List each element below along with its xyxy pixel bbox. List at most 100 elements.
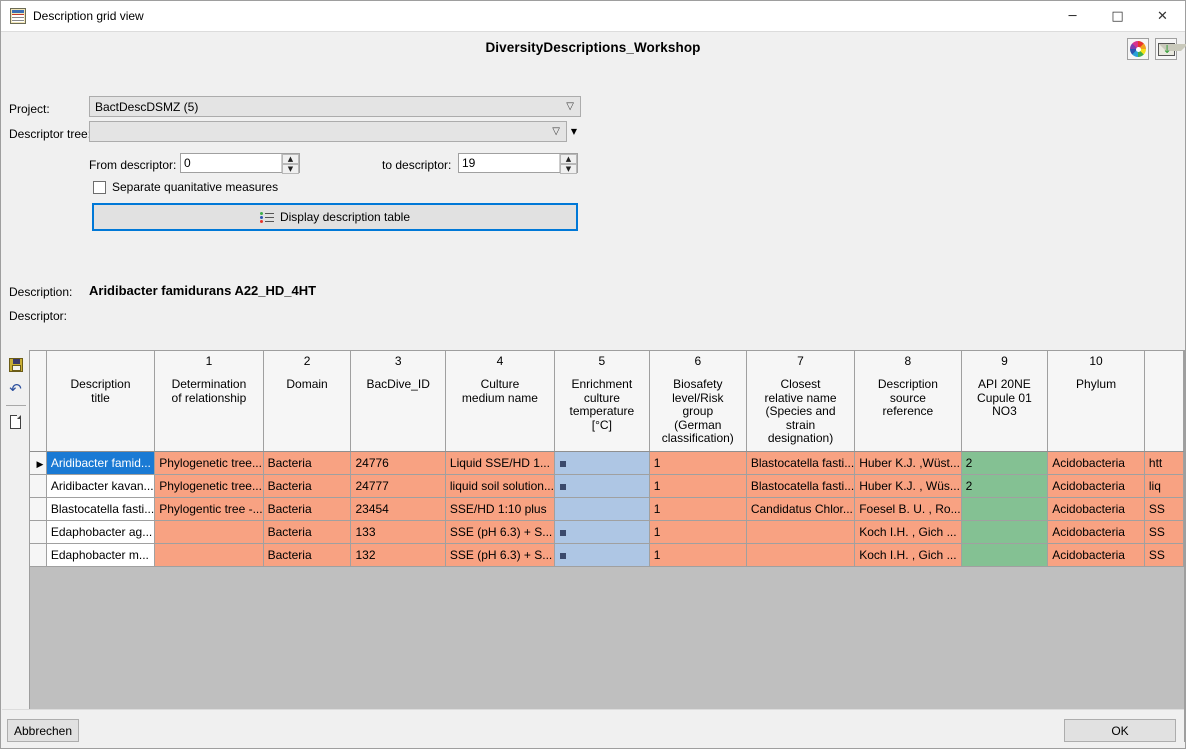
table-cell[interactable]: liq: [1144, 474, 1184, 498]
table-cell[interactable]: SS: [1144, 543, 1184, 567]
save-button[interactable]: [6, 355, 26, 375]
table-cell[interactable]: Phylogenetic tree...: [154, 451, 264, 475]
column-header-7[interactable]: 7 Closest relative name (Species and strain d…: [746, 351, 856, 452]
table-cell[interactable]: SSE/HD 1:10 plus: [445, 497, 555, 521]
separate-quantitative-checkbox-row[interactable]: Separate quanitative measures: [93, 180, 278, 194]
column-header-1[interactable]: 1 Determination of relationship: [154, 351, 264, 452]
table-cell[interactable]: [554, 451, 650, 475]
table-cell[interactable]: Acidobacteria: [1047, 497, 1145, 521]
table-cell[interactable]: Acidobacteria: [1047, 474, 1145, 498]
color-wheel-button[interactable]: [1127, 38, 1149, 60]
column-header-4[interactable]: 4 Culture medium name: [445, 351, 555, 452]
envelope-import-button[interactable]: ↓: [1155, 38, 1186, 60]
table-cell[interactable]: Huber K.J. ,Wüst...: [854, 451, 962, 475]
row-selector-cell[interactable]: [30, 520, 47, 544]
table-row[interactable]: Edaphobacter m... Bacteria 132 SSE (pH 6.3)…: [30, 543, 1184, 567]
row-selector-cell[interactable]: ▶: [30, 451, 47, 475]
table-cell[interactable]: Huber K.J. , Wüs...: [854, 474, 962, 498]
column-header-title[interactable]: [1144, 351, 1184, 452]
table-cell[interactable]: SSE (pH 6.3) + S...: [445, 520, 555, 544]
table-cell[interactable]: Aridibacter famid...: [46, 451, 156, 475]
table-row[interactable]: Edaphobacter ag... Bacteria 133 SSE (pH 6.3…: [30, 520, 1184, 544]
table-cell[interactable]: [961, 497, 1049, 521]
table-cell[interactable]: [746, 520, 856, 544]
table-cell[interactable]: SS: [1144, 497, 1184, 521]
table-cell[interactable]: Candidatus Chlor...: [746, 497, 856, 521]
row-selector-cell[interactable]: [30, 474, 47, 498]
table-cell[interactable]: Edaphobacter ag...: [46, 520, 156, 544]
undo-button[interactable]: ↶: [6, 379, 26, 399]
table-cell[interactable]: Bacteria: [263, 497, 352, 521]
minimize-button[interactable]: ─: [1050, 1, 1095, 31]
table-cell[interactable]: liquid soil solution...: [445, 474, 555, 498]
display-description-table-button[interactable]: Display description table: [92, 203, 578, 231]
table-cell[interactable]: Koch I.H. , Gich ...: [854, 520, 962, 544]
table-cell[interactable]: Aridibacter kavan...: [46, 474, 156, 498]
to-descriptor-stepper[interactable]: 19 ▲ ▼: [458, 153, 578, 174]
column-header-2[interactable]: 2 Domain: [263, 351, 352, 452]
table-cell[interactable]: [961, 520, 1049, 544]
table-cell[interactable]: Acidobacteria: [1047, 543, 1145, 567]
table-cell[interactable]: [961, 543, 1049, 567]
table-cell[interactable]: Phylogentic tree -...: [154, 497, 264, 521]
column-header-6[interactable]: 6 Biosafety level/Risk group (German classifi…: [649, 351, 747, 452]
table-cell[interactable]: [154, 543, 264, 567]
table-cell[interactable]: Liquid SSE/HD 1...: [445, 451, 555, 475]
table-row[interactable]: Aridibacter kavan... Phylogenetic tree...…: [30, 474, 1184, 498]
table-cell[interactable]: [554, 497, 650, 521]
close-button[interactable]: ✕: [1140, 1, 1185, 31]
table-cell[interactable]: Acidobacteria: [1047, 520, 1145, 544]
maximize-button[interactable]: □: [1095, 1, 1140, 31]
column-header-10[interactable]: 10 Phylum: [1047, 351, 1145, 452]
table-cell[interactable]: Blastocatella fasti...: [746, 451, 856, 475]
table-cell[interactable]: 2: [961, 474, 1049, 498]
table-cell[interactable]: 2: [961, 451, 1049, 475]
table-cell[interactable]: Bacteria: [263, 451, 352, 475]
table-cell[interactable]: SSE (pH 6.3) + S...: [445, 543, 555, 567]
table-cell[interactable]: 132: [350, 543, 446, 567]
table-cell[interactable]: Phylogenetic tree...: [154, 474, 264, 498]
descriptor-tree-menu-button[interactable]: ▼: [567, 121, 581, 141]
column-header-8[interactable]: 8 Description source reference: [854, 351, 962, 452]
ok-button[interactable]: OK: [1064, 719, 1176, 742]
table-cell[interactable]: 1: [649, 474, 747, 498]
table-cell[interactable]: 24776: [350, 451, 446, 475]
table-cell[interactable]: [154, 520, 264, 544]
table-cell[interactable]: Foesel B. U. , Ro...: [854, 497, 962, 521]
table-cell[interactable]: [554, 520, 650, 544]
table-cell[interactable]: [554, 543, 650, 567]
table-cell[interactable]: 1: [649, 451, 747, 475]
table-cell[interactable]: Blastocatella fasti...: [746, 474, 856, 498]
table-cell[interactable]: [554, 474, 650, 498]
table-cell[interactable]: Bacteria: [263, 543, 352, 567]
spin-up-icon[interactable]: ▲: [560, 154, 577, 164]
spin-down-icon[interactable]: ▼: [282, 164, 299, 174]
project-combobox[interactable]: BactDescDSMZ (5) ▽: [89, 96, 581, 117]
table-cell[interactable]: 23454: [350, 497, 446, 521]
column-header-9[interactable]: 9 API 20NE Cupule 01 NO3: [961, 351, 1049, 452]
table-cell[interactable]: Blastocatella fasti...: [46, 497, 156, 521]
table-cell[interactable]: htt: [1144, 451, 1184, 475]
table-cell[interactable]: 24777: [350, 474, 446, 498]
table-cell[interactable]: Acidobacteria: [1047, 451, 1145, 475]
table-cell[interactable]: Bacteria: [263, 474, 352, 498]
table-cell[interactable]: 1: [649, 497, 747, 521]
data-grid[interactable]: Description title 1 Determination of relatio…: [29, 350, 1185, 742]
separate-quantitative-checkbox[interactable]: [93, 180, 106, 194]
table-cell[interactable]: Edaphobacter m...: [46, 543, 156, 567]
to-descriptor-spin-buttons[interactable]: ▲ ▼: [559, 154, 577, 174]
column-header-title[interactable]: Description title: [46, 351, 156, 452]
from-descriptor-spin-buttons[interactable]: ▲ ▼: [281, 154, 299, 174]
row-selector-cell[interactable]: [30, 543, 47, 567]
column-header-3[interactable]: 3 BacDive_ID: [350, 351, 446, 452]
table-cell[interactable]: 133: [350, 520, 446, 544]
cancel-button[interactable]: Abbrechen: [7, 719, 79, 742]
row-selector-cell[interactable]: [30, 497, 47, 521]
table-row[interactable]: ▶ Aridibacter famid... Phylogenetic tree..…: [30, 451, 1184, 475]
table-cell[interactable]: SS: [1144, 520, 1184, 544]
table-cell[interactable]: 1: [649, 543, 747, 567]
table-cell[interactable]: Koch I.H. , Gich ...: [854, 543, 962, 567]
table-row[interactable]: Blastocatella fasti... Phylogentic tree -…: [30, 497, 1184, 521]
descriptor-tree-combobox[interactable]: ▽: [89, 121, 567, 142]
table-cell[interactable]: [746, 543, 856, 567]
